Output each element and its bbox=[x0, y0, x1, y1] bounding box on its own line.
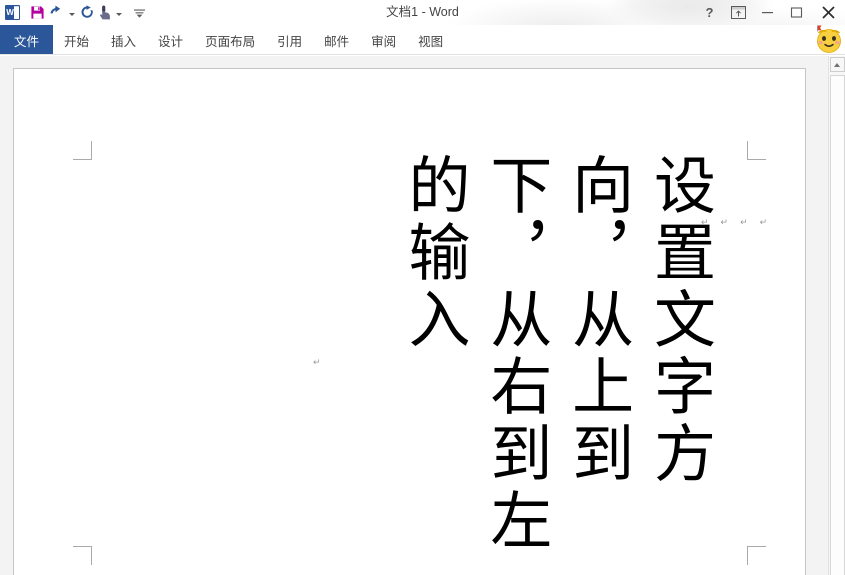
redo-button[interactable] bbox=[75, 0, 98, 25]
minimize-icon bbox=[761, 6, 774, 19]
word-application-window: W 文档1 - Word ? 文件 开始 插入 设计 页面布局 引用 邮件 审阅… bbox=[0, 0, 845, 575]
tab-home[interactable]: 开始 bbox=[53, 25, 100, 55]
close-icon bbox=[821, 5, 836, 20]
touch-mouse-mode-dropdown-caret-icon[interactable] bbox=[116, 12, 122, 16]
ribbon-tabs: 文件 开始 插入 设计 页面布局 引用 邮件 审阅 视图 bbox=[0, 25, 454, 55]
word-app-icon-letter: W bbox=[6, 7, 14, 17]
customize-quick-access-toolbar-icon bbox=[133, 6, 146, 19]
touch-mouse-mode-button[interactable] bbox=[98, 0, 122, 25]
tab-review[interactable]: 审阅 bbox=[360, 25, 407, 55]
scroll-up-arrow-icon bbox=[834, 62, 840, 67]
scroll-up-button[interactable] bbox=[829, 57, 845, 72]
ribbon-display-options-icon bbox=[731, 6, 746, 19]
tab-references[interactable]: 引用 bbox=[266, 25, 313, 55]
save-button[interactable] bbox=[26, 0, 49, 25]
word-app-icon[interactable]: W bbox=[0, 0, 26, 25]
tab-file[interactable]: 文件 bbox=[0, 25, 54, 55]
ribbon-display-options-button[interactable] bbox=[724, 0, 753, 25]
undo-icon bbox=[49, 5, 66, 20]
tab-design[interactable]: 设计 bbox=[147, 25, 194, 55]
save-icon bbox=[30, 5, 45, 20]
maximize-button[interactable] bbox=[782, 0, 811, 25]
tab-view[interactable]: 视图 bbox=[407, 25, 454, 55]
document-workspace: ↵ ↵ ↵ ↵ 设置文字方向，从上到下，从右到左的输入 ↵ bbox=[0, 56, 845, 575]
customize-quick-access-toolbar-button[interactable] bbox=[128, 0, 151, 25]
paragraph-mark: ↵ bbox=[720, 217, 729, 227]
touch-mouse-mode-icon bbox=[98, 5, 113, 21]
blushing-emoji-sticker bbox=[813, 23, 845, 55]
scrollbar-track[interactable] bbox=[830, 75, 845, 575]
paragraph-mark: ↵ bbox=[740, 217, 748, 227]
minimize-button[interactable] bbox=[753, 0, 782, 25]
tab-page-layout[interactable]: 页面布局 bbox=[194, 25, 266, 55]
redo-icon bbox=[79, 5, 95, 20]
document-page[interactable]: ↵ ↵ ↵ ↵ 设置文字方向，从上到下，从右到左的输入 ↵ bbox=[13, 68, 806, 575]
maximize-icon bbox=[790, 6, 803, 19]
tab-insert[interactable]: 插入 bbox=[100, 25, 147, 55]
quick-access-toolbar: W bbox=[0, 0, 151, 25]
vertical-scrollbar[interactable] bbox=[828, 56, 845, 575]
ribbon-divider bbox=[0, 54, 845, 55]
help-button[interactable]: ? bbox=[695, 0, 724, 25]
paragraph-mark: ↵ bbox=[759, 217, 768, 227]
title-bar: W 文档1 - Word ? bbox=[0, 0, 845, 25]
undo-button[interactable] bbox=[49, 0, 75, 25]
window-controls: ? bbox=[695, 0, 845, 25]
tab-mailings[interactable]: 邮件 bbox=[313, 25, 360, 55]
paragraph-mark-end: ↵ bbox=[313, 357, 321, 367]
ribbon-tab-strip: 文件 开始 插入 设计 页面布局 引用 邮件 审阅 视图 bbox=[0, 25, 845, 55]
document-body-text[interactable]: 设置文字方向，从上到下，从右到左的输入 bbox=[393, 153, 720, 575]
close-button[interactable] bbox=[811, 0, 845, 25]
